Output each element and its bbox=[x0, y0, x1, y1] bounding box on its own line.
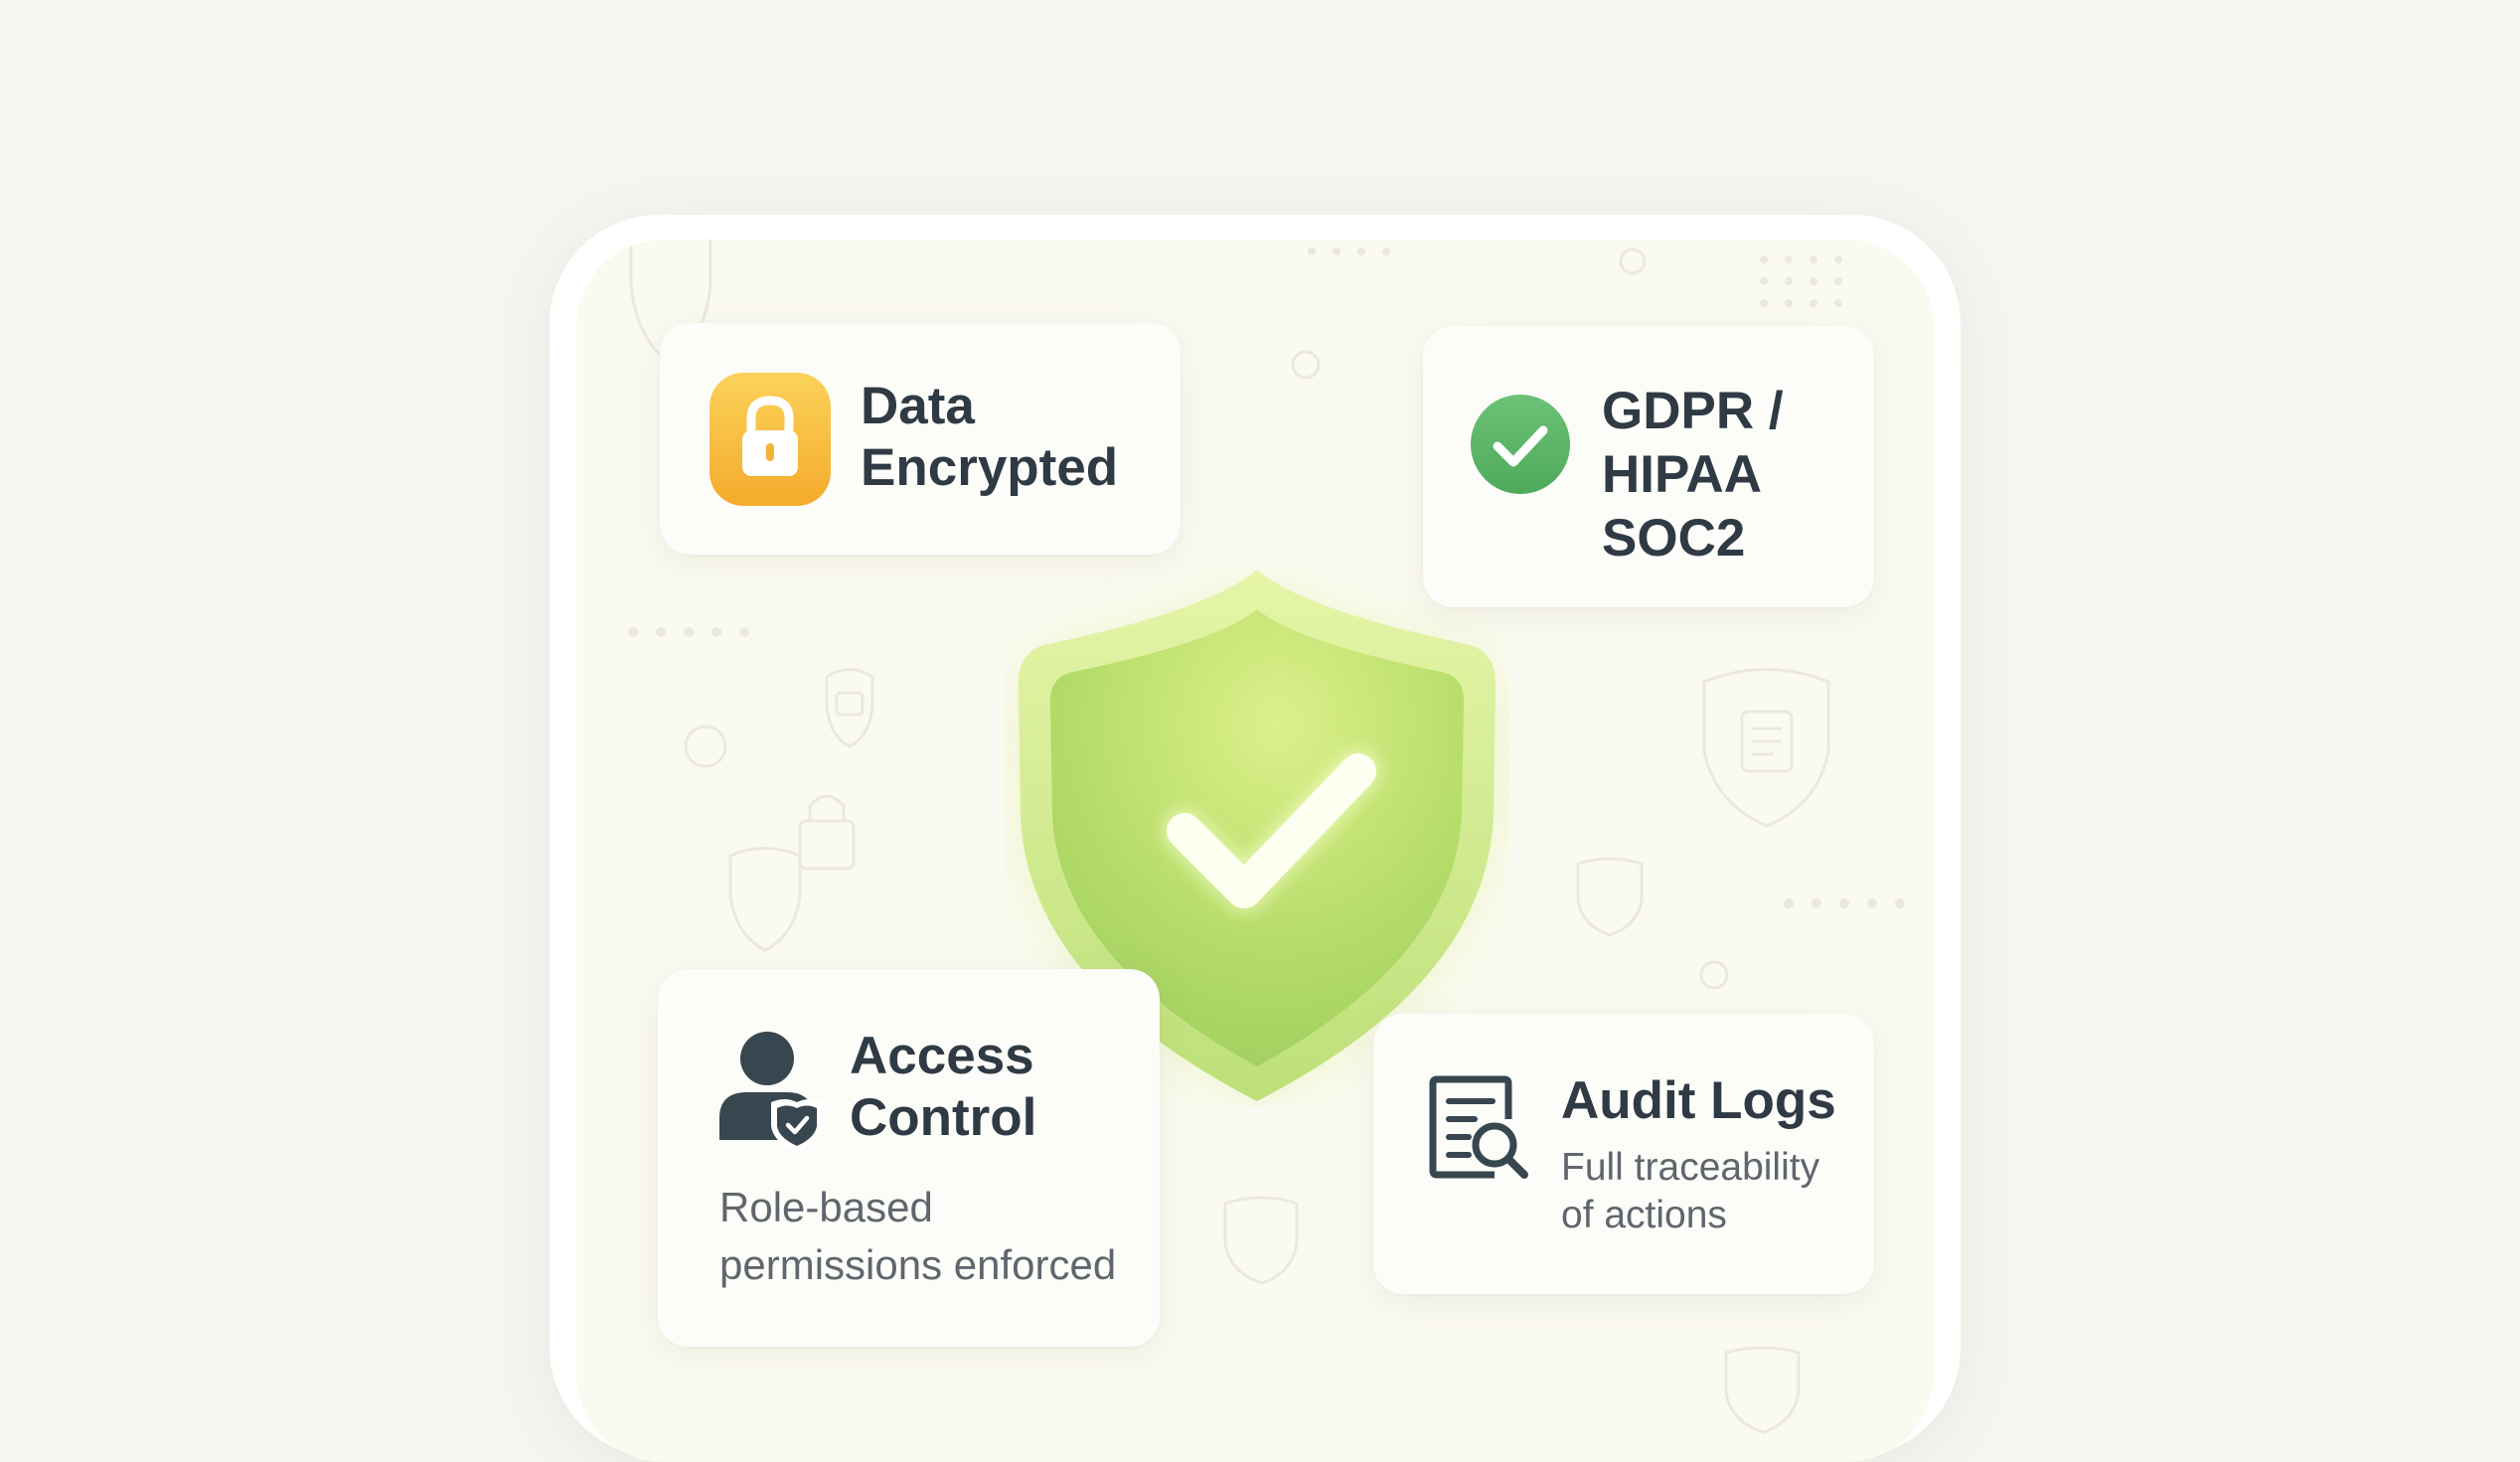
security-feature-illustration: Data Encrypted GDPR / HIPAA SOC2 Access … bbox=[0, 0, 2520, 1462]
access-control-title: Access Control bbox=[850, 1027, 1037, 1147]
check-circle-icon bbox=[1471, 395, 1570, 494]
compliance-title: GDPR / HIPAA SOC2 bbox=[1602, 382, 1784, 568]
audit-logs-card: Audit Logs Full traceability of actions bbox=[1373, 1014, 1874, 1294]
access-control-card: Access Control Role-based permissions en… bbox=[658, 969, 1160, 1347]
audit-logs-subtitle: Full traceability of actions bbox=[1561, 1146, 1820, 1236]
document-search-icon bbox=[1429, 1075, 1528, 1179]
access-control-subtitle: Role-based permissions enforced bbox=[719, 1184, 1117, 1288]
audit-logs-title: Audit Logs bbox=[1561, 1071, 1836, 1130]
data-encrypted-card: Data Encrypted bbox=[660, 323, 1181, 555]
data-encrypted-title: Data Encrypted bbox=[861, 377, 1119, 497]
lock-icon bbox=[709, 373, 831, 506]
user-shield-icon bbox=[719, 1032, 823, 1150]
compliance-card: GDPR / HIPAA SOC2 bbox=[1423, 326, 1874, 607]
